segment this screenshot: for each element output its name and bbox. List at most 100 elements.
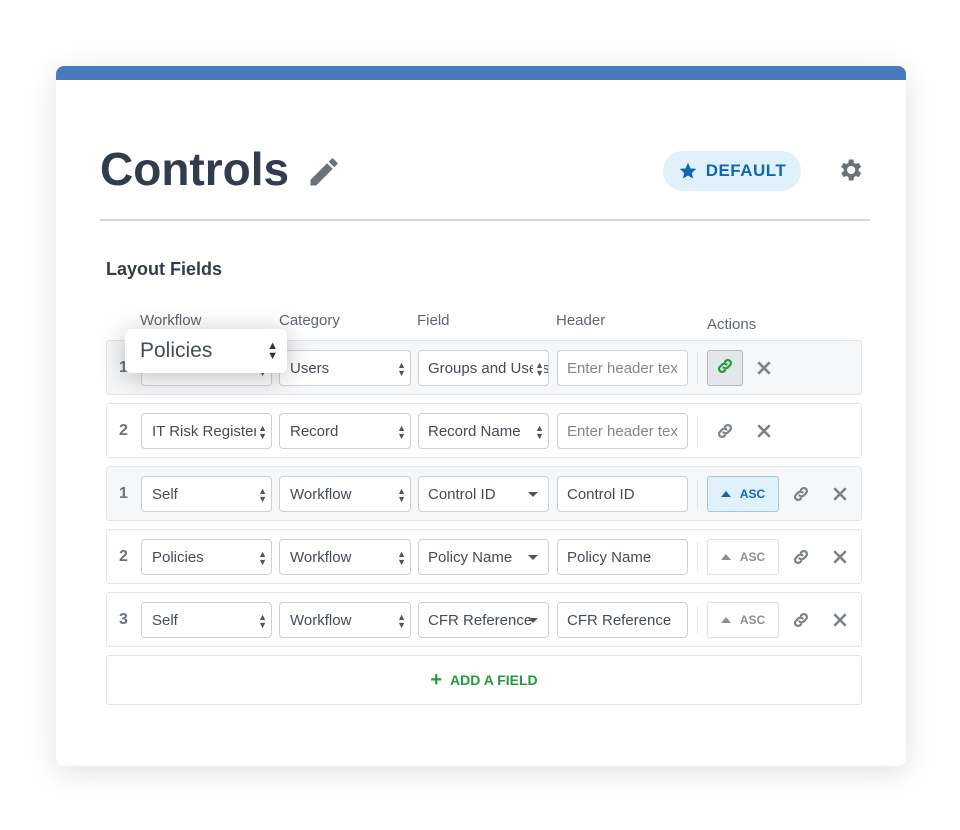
popup-value: Policies [140, 339, 213, 362]
sort-label: ASC [739, 487, 766, 501]
sort-asc-button[interactable]: ASC [707, 602, 779, 638]
divider [697, 479, 698, 509]
workflow-select-dragging[interactable]: Policies ▲ ▼ [125, 329, 287, 373]
field-select[interactable]: Policy Name [418, 539, 549, 575]
section-title: Layout Fields [106, 259, 223, 279]
category-select[interactable]: Workflow ▲ ▼ [279, 539, 411, 575]
category-value: Users [290, 359, 330, 377]
row-number: 2 [119, 422, 128, 439]
caret-up-icon [720, 554, 731, 560]
sort-label: ASC [739, 550, 766, 564]
field-value: Groups and Users [428, 359, 549, 377]
add-field-button[interactable]: + ADD A FIELD [106, 655, 862, 705]
divider [697, 353, 698, 383]
sort-label: ASC [739, 613, 766, 627]
table-row: 2 IT Risk Register ▲ ▼ Record ▲ ▼ Record Nam… [106, 403, 862, 458]
sort-arrows-icon: ▲▼ [256, 423, 267, 441]
caret-up-icon [720, 491, 731, 497]
accent-bar [56, 66, 906, 80]
divider [697, 605, 698, 635]
close-icon[interactable] [754, 358, 774, 378]
link-button-active[interactable] [707, 350, 743, 386]
header-input[interactable] [557, 413, 688, 449]
table-row: 1 Self ▲▼ Workflow ▲▼ Control ID ASC [106, 466, 862, 521]
category-select[interactable]: Record ▲ ▼ [279, 413, 411, 449]
link-icon[interactable] [715, 421, 735, 441]
star-icon [679, 162, 697, 179]
workflow-value: Policies [152, 548, 204, 566]
field-value: CFR Reference [428, 611, 533, 629]
sort-arrows-icon: ▲▼ [256, 486, 267, 504]
close-icon[interactable] [830, 610, 850, 630]
category-select[interactable]: Workflow ▲ ▼ [279, 476, 411, 512]
caret-down-icon [528, 555, 538, 560]
workflow-value: IT Risk Register [152, 422, 259, 440]
divider [697, 416, 698, 446]
field-select[interactable]: Control ID [418, 476, 549, 512]
plus-icon: + [430, 669, 443, 691]
link-icon[interactable] [791, 547, 811, 567]
pencil-icon[interactable] [306, 154, 342, 190]
row-number: 2 [119, 548, 128, 565]
link-icon[interactable] [791, 484, 811, 504]
table-row: 3 Self ▲▼ Workflow ▲▼ CFR Reference ASC [106, 592, 862, 647]
category-value: Workflow [290, 548, 352, 566]
column-header-actions: Actions [707, 316, 757, 333]
sort-arrows-icon: ▲▼ [533, 360, 544, 378]
column-header-header: Header [556, 312, 606, 329]
sort-arrows-icon: ▲▼ [533, 423, 544, 441]
link-icon[interactable] [791, 610, 811, 630]
field-value: Record Name [428, 422, 521, 440]
field-value: Policy Name [428, 548, 513, 566]
caret-up-icon [720, 617, 731, 623]
column-header-category: Category [279, 312, 340, 329]
badge-label: DEFAULT [705, 161, 787, 180]
divider [697, 542, 698, 572]
caret-down-icon [528, 618, 538, 623]
layout-card: Controls DEFAULT Layout Fields Workflow … [56, 66, 906, 766]
header-input[interactable] [557, 350, 688, 386]
table-row: 2 Policies ▲▼ Workflow ▲▼ Policy Name ASC [106, 529, 862, 584]
sort-arrows-icon: ▲▼ [395, 612, 406, 630]
sort-arrows-icon: ▲▼ [256, 612, 267, 630]
sort-arrows-icon: ▲▼ [395, 423, 406, 441]
field-value: Control ID [428, 485, 496, 503]
category-value: Record [290, 422, 339, 440]
gear-icon[interactable] [836, 156, 864, 184]
field-select[interactable]: CFR Reference [418, 602, 549, 638]
sort-arrows-icon: ▲▼ [395, 360, 406, 378]
close-icon[interactable] [830, 484, 850, 504]
page-title: Controls [100, 143, 290, 195]
sort-arrows-icon: ▲▼ [267, 340, 278, 362]
field-select[interactable]: Groups and Users ▲ ▼ [418, 350, 549, 386]
row-number: 1 [119, 485, 128, 502]
default-badge[interactable]: DEFAULT [663, 151, 801, 191]
field-select[interactable]: Record Name ▲ ▼ [418, 413, 549, 449]
link-icon [716, 357, 734, 380]
sort-arrows-icon: ▲▼ [395, 486, 406, 504]
close-icon[interactable] [830, 547, 850, 567]
workflow-select[interactable]: Self ▲ ▼ [141, 602, 272, 638]
header-input[interactable] [557, 476, 688, 512]
workflow-value: Self [152, 485, 178, 503]
category-value: Workflow [290, 485, 352, 503]
add-field-label: ADD A FIELD [450, 672, 538, 688]
caret-down-icon [528, 492, 538, 497]
workflow-select[interactable]: Self ▲ ▼ [141, 476, 272, 512]
divider [100, 219, 870, 221]
row-number: 3 [119, 611, 128, 628]
workflow-value: Self [152, 611, 178, 629]
category-value: Workflow [290, 611, 352, 629]
workflow-select[interactable]: Policies ▲▼ [141, 539, 272, 575]
header-input[interactable] [557, 602, 688, 638]
workflow-select[interactable]: IT Risk Register ▲ ▼ [141, 413, 272, 449]
column-header-workflow: Workflow [140, 312, 202, 329]
header-input[interactable] [557, 539, 688, 575]
sort-asc-button[interactable]: ASC [707, 539, 779, 575]
sort-arrows-icon: ▲▼ [256, 549, 267, 567]
sort-asc-button[interactable]: ASC [707, 476, 779, 512]
close-icon[interactable] [754, 421, 774, 441]
column-header-field: Field [417, 312, 450, 329]
category-select[interactable]: Workflow ▲ ▼ [279, 602, 411, 638]
category-select[interactable]: Users ▲ ▼ [279, 350, 411, 386]
